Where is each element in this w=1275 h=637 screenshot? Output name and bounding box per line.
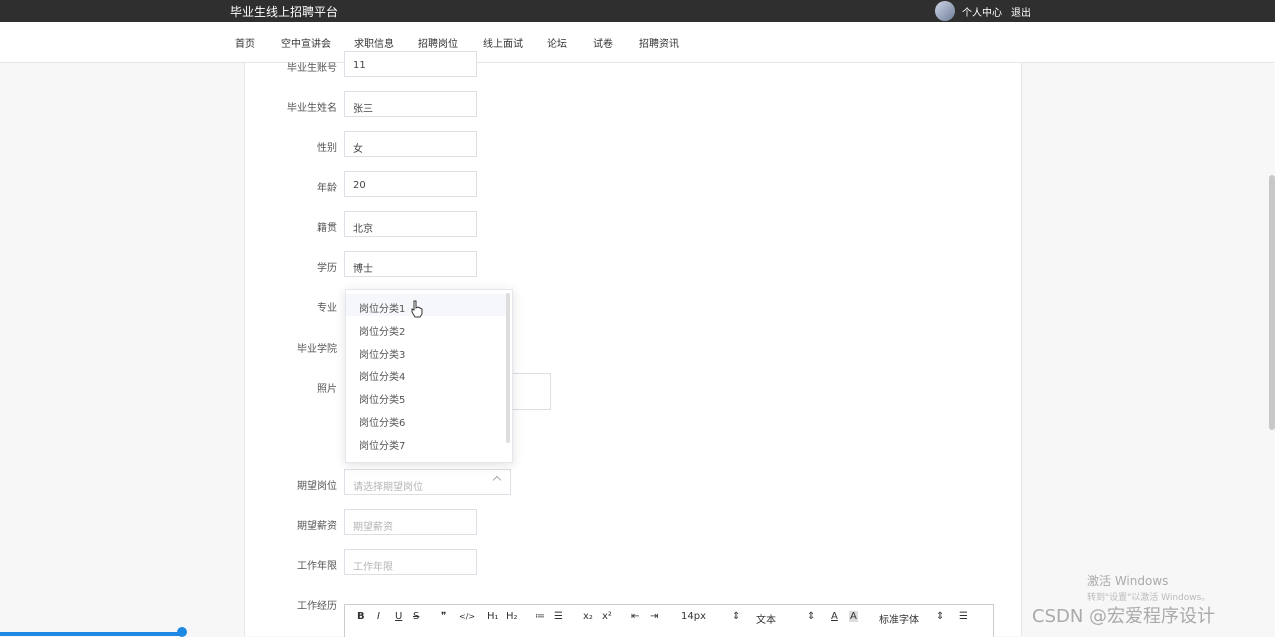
- hand-cursor-icon: [411, 300, 423, 318]
- paragraph-chevron-icon: ⇕: [807, 611, 816, 622]
- superscript-button[interactable]: x²: [602, 611, 612, 622]
- progress-bar: [0, 632, 182, 636]
- education-label: 学历: [317, 263, 337, 274]
- align-button[interactable]: ☰: [959, 611, 968, 622]
- subscript-button[interactable]: x₂: [583, 611, 593, 622]
- csdn-watermark: CSDN @宏爱程序设计: [1032, 606, 1216, 627]
- main-nav: 首页 空中宣讲会 求职信息 招聘岗位 线上面试 论坛 试卷 招聘资讯: [0, 22, 1275, 63]
- dropdown-option[interactable]: 岗位分类4: [346, 362, 506, 384]
- font-color-button[interactable]: A: [831, 611, 838, 622]
- nav-item-news[interactable]: 招聘资讯: [639, 35, 679, 50]
- origin-label: 籍贯: [317, 223, 337, 234]
- dropdown-option[interactable]: 岗位分类7: [346, 431, 506, 453]
- name-label: 毕业生姓名: [287, 103, 337, 114]
- work-experience-label: 工作经历: [297, 601, 337, 612]
- gender-label: 性别: [317, 143, 337, 154]
- h2-button[interactable]: H₂: [506, 611, 518, 622]
- paragraph-select[interactable]: 文本: [756, 611, 776, 626]
- school-label: 毕业学院: [297, 344, 337, 355]
- expected-position-select[interactable]: 请选择期望岗位: [344, 469, 511, 495]
- age-field[interactable]: 20: [344, 171, 477, 197]
- strike-button[interactable]: S: [413, 611, 419, 622]
- education-field[interactable]: 博士: [344, 251, 477, 277]
- work-years-field[interactable]: 工作年限: [344, 549, 477, 575]
- nav-item-forum[interactable]: 论坛: [547, 35, 567, 50]
- dropdown-option[interactable]: 岗位分类2: [346, 317, 506, 339]
- underline-button[interactable]: U: [395, 611, 402, 622]
- site-title: 毕业生线上招聘平台: [230, 5, 339, 19]
- personal-center-link[interactable]: 个人中心: [962, 4, 1002, 19]
- dropdown-option[interactable]: 岗位分类3: [346, 340, 506, 362]
- major-label: 专业: [317, 303, 337, 314]
- work-experience-editor[interactable]: B I U S ❞ </> H₁ H₂ ≔ ☰ x₂ x² ⇤ ⇥ 14px ⇕…: [344, 604, 994, 637]
- code-button[interactable]: </>: [459, 612, 475, 621]
- font-size-select[interactable]: 14px: [681, 611, 706, 622]
- ordered-list-button[interactable]: ≔: [535, 611, 545, 622]
- indent-button[interactable]: ⇥: [650, 611, 658, 622]
- dropdown-scrollbar[interactable]: [506, 293, 510, 443]
- name-field[interactable]: 张三: [344, 91, 477, 117]
- nav-item-positions[interactable]: 招聘岗位: [418, 35, 458, 50]
- nav-item-air-talk[interactable]: 空中宣讲会: [281, 35, 331, 50]
- expected-salary-field[interactable]: 期望薪资: [344, 509, 477, 535]
- dropdown-option[interactable]: 岗位分类5: [346, 385, 506, 407]
- nav-item-online-interview[interactable]: 线上面试: [483, 35, 523, 50]
- avatar[interactable]: [935, 1, 955, 21]
- photo-upload[interactable]: [510, 373, 551, 410]
- expected-salary-label: 期望薪资: [297, 521, 337, 532]
- chevron-up-icon: [492, 475, 502, 485]
- bold-button[interactable]: B: [357, 611, 365, 622]
- nav-item-home[interactable]: 首页: [235, 35, 255, 50]
- outdent-button[interactable]: ⇤: [631, 611, 639, 622]
- font-size-chevron-icon: ⇕: [732, 611, 741, 622]
- age-label: 年龄: [317, 183, 337, 194]
- top-bar: 毕业生线上招聘平台 个人中心 退出: [0, 0, 1275, 22]
- position-dropdown: 岗位分类1 岗位分类2 岗位分类3 岗位分类4 岗位分类5 岗位分类6 岗位分类…: [345, 289, 513, 463]
- expected-position-placeholder: 请选择期望岗位: [353, 482, 423, 493]
- dropdown-option[interactable]: 岗位分类1: [346, 294, 506, 316]
- bg-color-button[interactable]: A: [849, 611, 858, 622]
- h1-button[interactable]: H₁: [487, 611, 499, 622]
- origin-field[interactable]: 北京: [344, 211, 477, 237]
- quote-button[interactable]: ❞: [441, 611, 446, 622]
- nav-item-exam[interactable]: 试卷: [593, 35, 613, 50]
- logout-link[interactable]: 退出: [1011, 4, 1031, 19]
- bullet-list-button[interactable]: ☰: [554, 611, 563, 622]
- italic-button[interactable]: I: [377, 611, 380, 622]
- work-years-label: 工作年限: [297, 561, 337, 572]
- nav-item-job-info[interactable]: 求职信息: [354, 35, 394, 50]
- font-family-select[interactable]: 标准字体: [879, 611, 919, 626]
- account-label: 毕业生账号: [287, 63, 337, 74]
- activate-windows-title: 激活 Windows: [1087, 574, 1169, 588]
- page-scrollbar[interactable]: [1269, 175, 1275, 430]
- font-family-chevron-icon: ⇕: [936, 611, 945, 622]
- account-field[interactable]: 11: [344, 51, 477, 77]
- photo-label: 照片: [317, 384, 337, 395]
- expected-position-label: 期望岗位: [297, 481, 337, 492]
- gender-field[interactable]: 女: [344, 131, 477, 157]
- dropdown-option[interactable]: 岗位分类6: [346, 408, 506, 430]
